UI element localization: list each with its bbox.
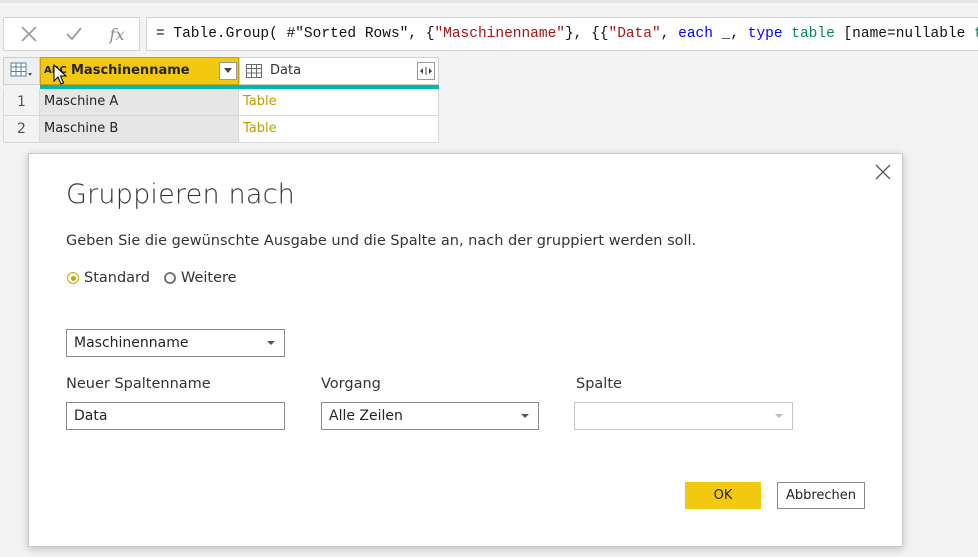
expand-column-button[interactable]	[417, 62, 435, 80]
expand-icon	[420, 67, 432, 75]
chevron-down-icon	[224, 68, 232, 73]
column-name: Maschinenname	[71, 63, 190, 78]
formula-token	[783, 26, 792, 42]
table-row[interactable]: 2 Maschine B Table	[3, 116, 439, 143]
formula-token: = Table.Group( #"Sorted Rows", {	[156, 26, 435, 42]
column-header-data[interactable]: Data	[239, 57, 439, 85]
formula-token: type	[747, 26, 783, 42]
column-header-maschinenname[interactable]: ABC Maschinenname	[40, 57, 239, 85]
fx-icon[interactable]: fx	[105, 22, 129, 46]
formula-token: text	[974, 26, 978, 42]
radio-weitere[interactable]: Weitere	[164, 270, 237, 286]
radio-unselected-icon	[164, 272, 176, 284]
table-icon	[10, 62, 32, 77]
formula-token: [name=nullable	[834, 26, 975, 42]
radio-selected-icon	[67, 272, 79, 284]
chevron-down-icon	[521, 414, 529, 418]
cell-maschinenname[interactable]: Maschine A	[40, 89, 239, 116]
label-operation: Vorgang	[321, 376, 381, 392]
commit-formula-button[interactable]	[62, 22, 86, 46]
formula-token: _,	[712, 26, 748, 42]
close-button[interactable]	[872, 161, 894, 183]
check-icon	[66, 27, 82, 41]
formula-token: each	[678, 26, 713, 42]
chevron-down-icon	[775, 414, 783, 418]
top-divider	[0, 0, 978, 3]
label-new-column: Neuer Spaltenname	[66, 376, 211, 392]
formula-token: "Data"	[608, 26, 661, 42]
select-value: Alle Zeilen	[329, 408, 403, 424]
mouse-cursor-icon	[53, 64, 67, 85]
table-type-icon	[246, 64, 262, 78]
data-grid: ABC Maschinenname Data 1 Maschine A Tabl…	[3, 57, 439, 143]
operation-select[interactable]: Alle Zeilen	[321, 402, 539, 430]
radio-standard[interactable]: Standard	[67, 270, 150, 286]
close-icon	[875, 164, 891, 180]
cell-data-table-link[interactable]: Table	[239, 116, 439, 143]
formula-token: "Maschinenname"	[434, 26, 565, 42]
ok-button[interactable]: OK	[685, 482, 761, 509]
select-value: Maschinenname	[74, 335, 189, 351]
new-column-name-input[interactable]	[66, 402, 285, 430]
column-select[interactable]	[574, 402, 793, 430]
x-icon	[21, 26, 37, 42]
dialog-description: Geben Sie die gewünschte Ausgabe und die…	[66, 233, 697, 249]
row-number: 1	[3, 89, 40, 116]
formula-token: table	[791, 26, 835, 42]
formula-token: }, {{	[564, 26, 609, 42]
cell-maschinenname[interactable]: Maschine B	[40, 116, 239, 143]
fx-label: fx	[109, 24, 125, 44]
group-by-column-select[interactable]: Maschinenname	[66, 329, 285, 357]
cancel-button[interactable]: Abbrechen	[777, 482, 865, 509]
formula-controls: fx	[3, 17, 140, 51]
column-name: Data	[270, 63, 302, 78]
formula-token: ,	[660, 26, 679, 42]
formula-input[interactable]: = Table.Group( #"Sorted Rows", {"Maschin…	[146, 17, 978, 51]
radio-label: Standard	[84, 270, 150, 286]
dialog-title: Gruppieren nach	[66, 179, 295, 210]
group-by-dialog: Gruppieren nach Geben Sie die gewünschte…	[28, 153, 903, 547]
chevron-down-icon	[267, 341, 275, 345]
table-menu-button[interactable]	[3, 57, 40, 85]
label-column: Spalte	[576, 376, 622, 392]
cell-data-table-link[interactable]: Table	[239, 89, 439, 116]
cancel-formula-button[interactable]	[17, 22, 41, 46]
row-number: 2	[3, 116, 40, 143]
column-filter-button[interactable]	[219, 62, 237, 80]
table-row[interactable]: 1 Maschine A Table	[3, 89, 439, 116]
radio-label: Weitere	[181, 270, 237, 286]
